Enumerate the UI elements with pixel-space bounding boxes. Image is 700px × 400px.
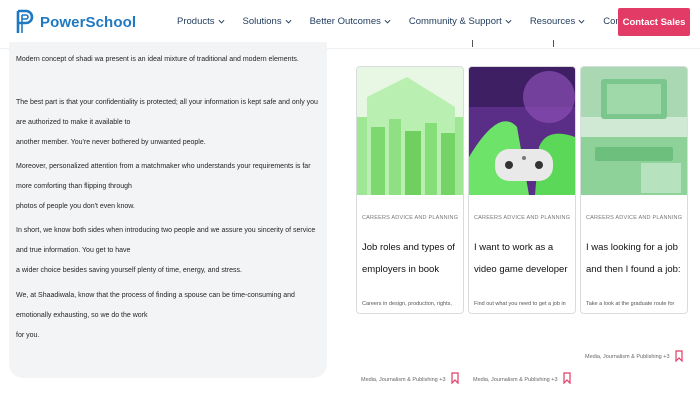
article-line: In short, we know both sides when introd… [16,227,316,254]
card-title[interactable]: I want to work as a video game developer… [474,237,572,281]
resource-card[interactable]: CAREERS ADVICE AND PLANNING I was lookin… [580,66,688,314]
card-category: CAREERS ADVICE AND PLANNING [474,215,571,221]
article-paragraph: In short, we know both sides when introd… [16,221,321,281]
main-nav: Products Solutions Better Outcomes Commu… [177,16,654,27]
resource-card[interactable]: CAREERS ADVICE AND PLANNING Job roles an… [356,66,464,314]
nav-label: Better Outcomes [309,16,381,27]
card-title[interactable]: I was looking for a job and then I found… [586,237,684,281]
chevron-down-icon [384,19,391,24]
card-title[interactable]: Job roles and types of employers in book… [362,237,460,281]
nav-label: Solutions [242,16,282,27]
resource-card[interactable]: CAREERS ADVICE AND PLANNING I want to wo… [468,66,576,314]
card-category: CAREERS ADVICE AND PLANNING [362,215,459,221]
chevron-down-icon [218,19,224,24]
divider-tick [553,40,554,47]
nav-community-support[interactable]: Community & Support [409,16,512,27]
article-line: Moreover, personalized attention from a … [16,163,311,190]
card-description: Take a look at the graduate route for pe… [586,301,675,307]
chevron-down-icon [285,19,292,24]
article-line: We, at Shaadiwala, know that the process… [16,292,295,319]
nav-label: Products [177,16,215,27]
nav-label: Resources [529,16,576,27]
article-line: The best part is that your confidentiali… [16,99,318,126]
card-category: CAREERS ADVICE AND PLANNING [586,215,683,221]
bookmark-icon[interactable] [675,350,683,362]
card-description: Careers in design, production, rights, p… [362,301,452,307]
article-line: Modern concept of shadi wa present is an… [16,56,299,63]
article-line: for you. [16,332,40,339]
nav-better-outcomes[interactable]: Better Outcomes [310,16,391,27]
brand-logo[interactable]: PowerSchool [16,9,136,35]
article-panel: Modern concept of shadi wa present is an… [9,42,327,378]
article-line: photos of people you don't even know. [16,203,135,210]
card-meta: Media, Journalism & Publishing +3 [361,377,446,383]
contact-sales-button[interactable]: Contact Sales [618,8,690,36]
card-description: Find out what you need to get a job in v… [474,301,566,307]
bookmark-icon[interactable] [451,372,459,384]
chevron-down-icon [505,19,512,24]
article-paragraph: The best part is that your confidentiali… [16,93,321,153]
nav-resources[interactable]: Resources [530,16,585,27]
article-paragraph: Modern concept of shadi wa present is an… [16,50,321,70]
bookmark-icon[interactable] [563,372,571,384]
nav-solutions[interactable]: Solutions [243,16,292,27]
powerschool-logo-icon [16,9,34,33]
chevron-down-icon [578,19,585,24]
divider-tick [472,40,473,47]
article-paragraph: Moreover, personalized attention from a … [16,157,321,217]
nav-products[interactable]: Products [177,16,225,27]
workspace-icon [581,67,687,195]
article-line: a wider choice besides saving yourself p… [16,267,242,274]
article-paragraph: We, at Shaadiwala, know that the process… [16,286,321,346]
card-meta: Media, Journalism & Publishing +3 [473,377,558,383]
brand-name: PowerSchool [40,13,137,31]
books-icon [357,67,463,195]
nav-label: Community & Support [408,16,502,27]
game-controller-icon [469,67,575,195]
article-line: another member. You're never bothered by… [16,139,206,146]
card-meta: Media, Journalism & Publishing +3 [585,354,670,360]
